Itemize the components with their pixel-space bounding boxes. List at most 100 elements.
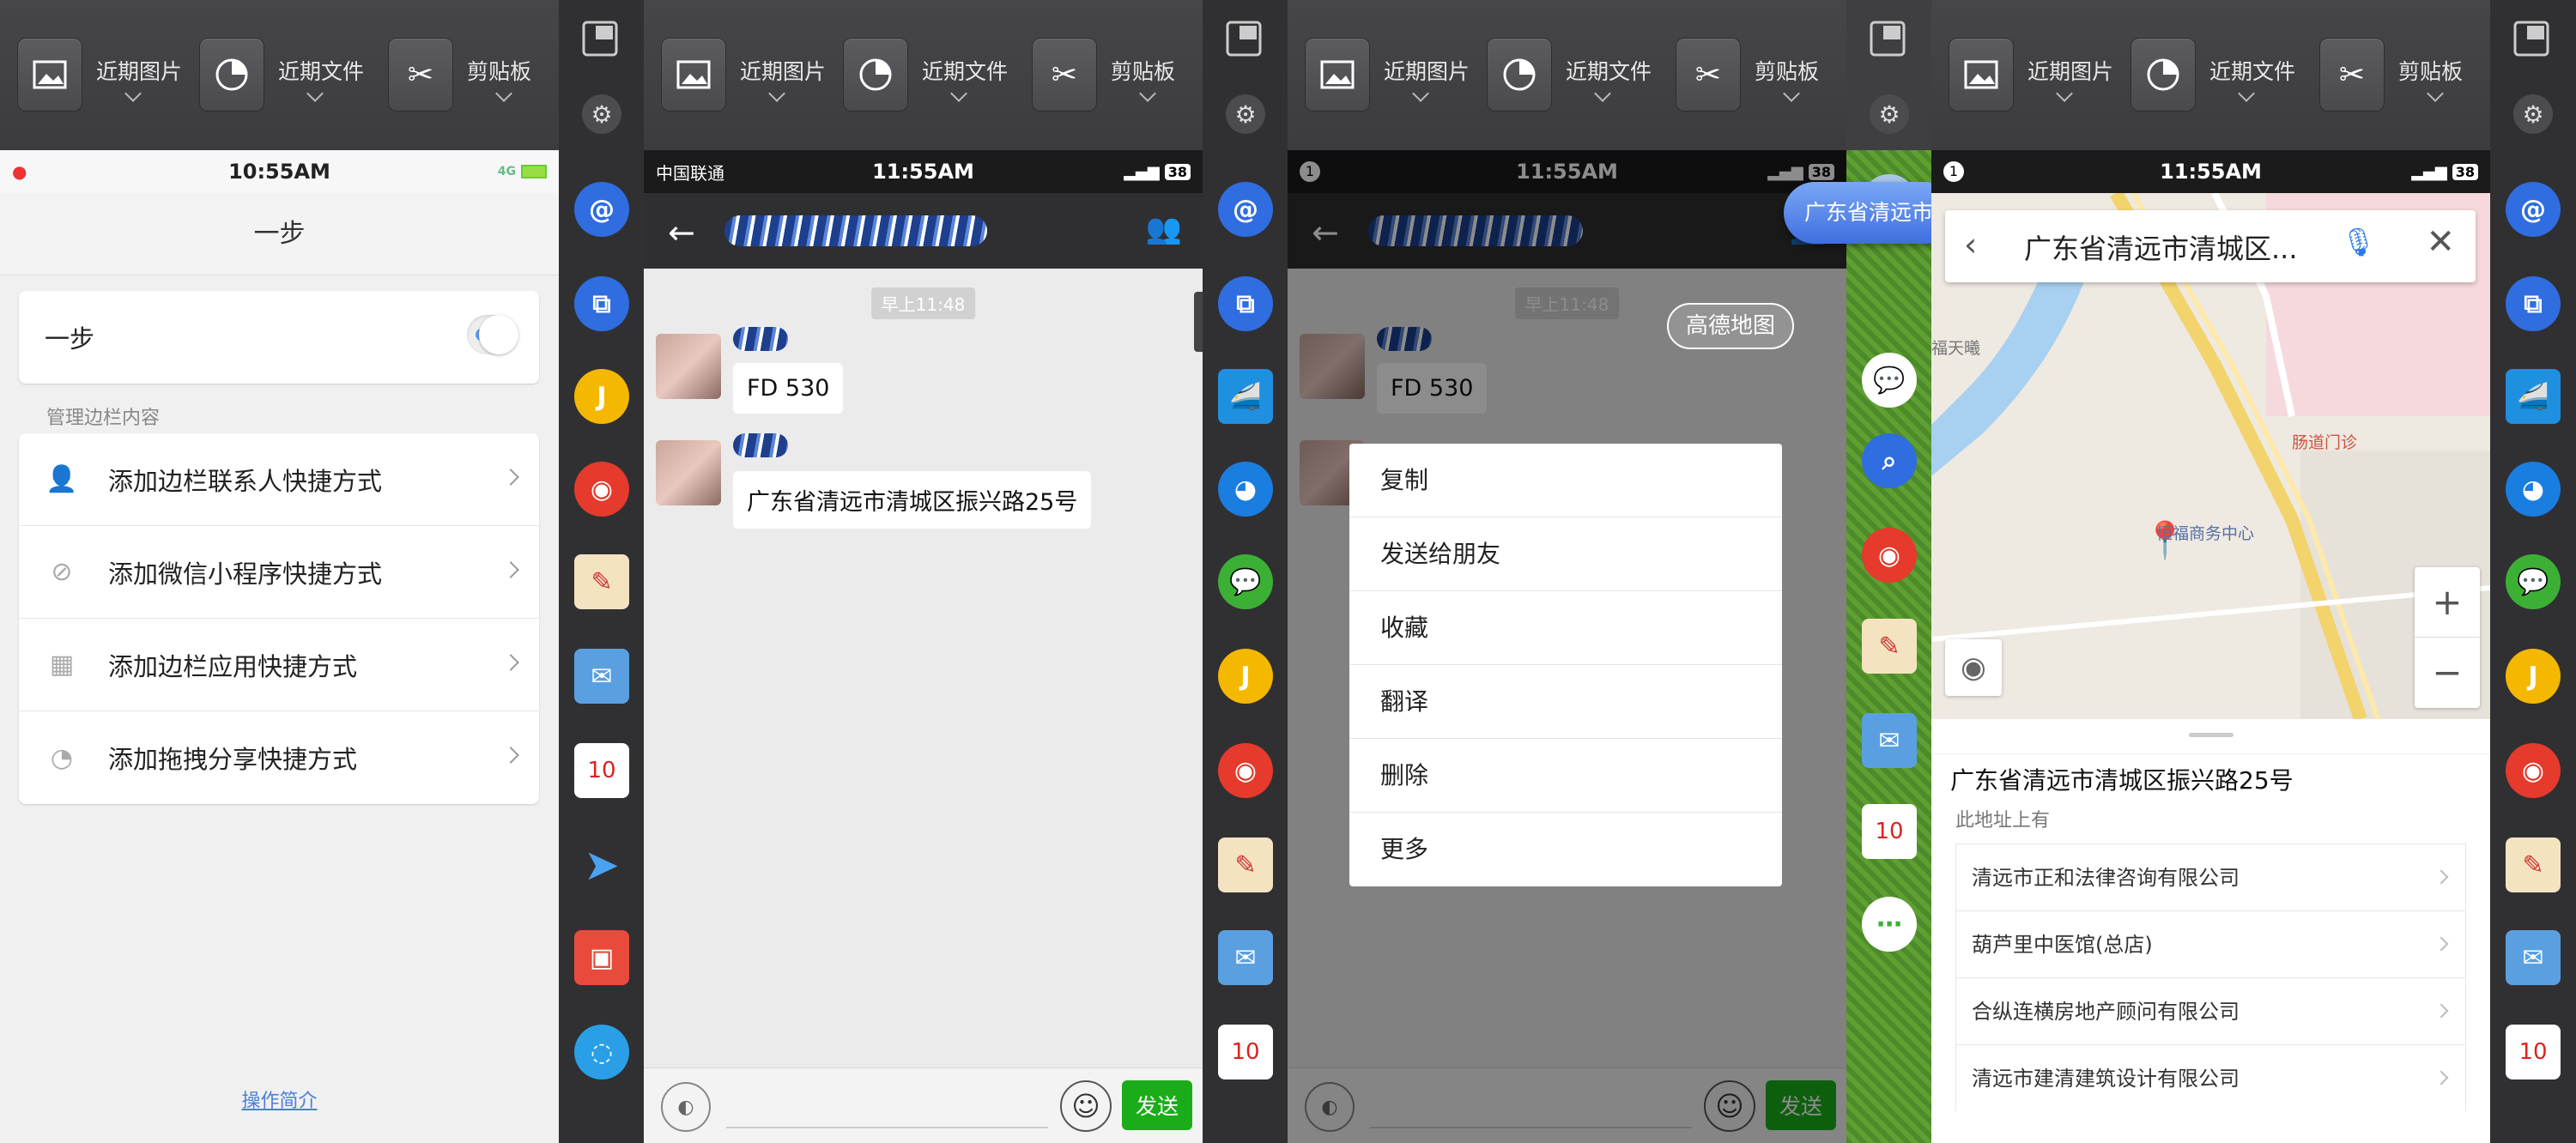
poi-item[interactable]: 合纵连横房地产顾问有限公司 (1955, 977, 2466, 1044)
add-app-shortcut[interactable]: ▦ 添加边栏应用快捷方式 (19, 619, 539, 711)
menu-item-send-to-friend[interactable]: 发送给朋友 (1349, 517, 1782, 591)
amap-drop-target[interactable]: 高德地图 (1667, 303, 1795, 349)
notes-icon[interactable]: ✎ (2506, 838, 2561, 892)
weibo-icon[interactable]: ◉ (1218, 743, 1273, 798)
menu-item-translate[interactable]: 翻译 (1349, 665, 1782, 739)
contacts-icon[interactable]: 👥 (1146, 212, 1182, 246)
wechat-icon[interactable]: 💬 (1862, 353, 1917, 408)
zoom-out-button[interactable]: − (2415, 638, 2480, 708)
poi-item[interactable]: 清远市正和法律咨询有限公司 (1955, 844, 2466, 910)
back-arrow-icon[interactable]: ← (668, 214, 695, 251)
window-icon[interactable] (1224, 19, 1264, 58)
window-icon[interactable] (2512, 19, 2551, 58)
menu-item-delete[interactable]: 删除 (1349, 739, 1782, 813)
emoji-icon[interactable]: ☺ (1060, 1080, 1112, 1132)
calendar-icon[interactable]: 10 (2506, 1025, 2561, 1080)
recent-images-button[interactable]: 近期图片 (1949, 38, 2120, 115)
pie-icon (843, 38, 908, 112)
store-icon[interactable]: ▣ (574, 930, 629, 985)
voice-icon[interactable]: ◐ (661, 1082, 711, 1132)
at-icon[interactable]: @ (1218, 182, 1273, 237)
options-card: 👤 添加边栏联系人快捷方式 ⊘ 添加微信小程序快捷方式 ▦ 添加边栏应用快捷方式 ◔ 添… (19, 433, 539, 804)
clipboard-button[interactable]: ✂ 剪贴板 (1032, 38, 1203, 115)
chat-more-icon[interactable]: ⋯ (1862, 897, 1917, 952)
search-icon[interactable]: ⌕ (1862, 433, 1917, 488)
chevron-right-icon (502, 469, 519, 486)
search-box[interactable]: ‹ 广东省清远市清城区... 🎙 ✕ (1945, 210, 2476, 282)
poi-item[interactable]: 葫芦里中医馆(总店) (1955, 910, 2466, 977)
message-bubble[interactable]: 广东省清远市清城区振兴路25号 (733, 471, 1092, 529)
gear-icon[interactable]: ⚙ (1870, 94, 1909, 134)
weibo-icon[interactable]: ◉ (1862, 528, 1917, 583)
bird-app-icon[interactable]: ◕ (2506, 462, 2561, 517)
top-toolbar: 近期图片 近期文件 ✂ 剪贴板 (1931, 0, 2490, 150)
gear-icon[interactable]: ⚙ (582, 94, 621, 134)
recent-images-button[interactable]: 近期图片 (1305, 38, 1476, 115)
menu-item-favorite[interactable]: 收藏 (1349, 591, 1782, 665)
add-contact-shortcut[interactable]: 👤 添加边栏联系人快捷方式 (19, 433, 539, 526)
bird-app-icon[interactable]: ◕ (1218, 462, 1273, 517)
train-icon[interactable]: 🚄 (2506, 369, 2561, 424)
circle-app-icon[interactable]: ◌ (574, 1025, 629, 1080)
notes-icon[interactable]: ✎ (1218, 838, 1273, 892)
add-drag-share-shortcut[interactable]: ◔ 添加拖拽分享快捷方式 (19, 711, 539, 804)
copy-icon[interactable]: ⧉ (1218, 276, 1273, 331)
paper-plane-icon[interactable]: ➤ (574, 838, 629, 892)
at-icon[interactable]: @ (2506, 182, 2561, 237)
wechat-icon[interactable]: 💬 (2506, 554, 2561, 609)
mail-icon[interactable]: ✉ (1218, 930, 1273, 985)
enable-toggle[interactable] (467, 315, 518, 354)
search-input[interactable]: 广东省清远市清城区... (2024, 227, 2350, 267)
calendar-icon[interactable]: 10 (574, 743, 629, 798)
back-chevron-icon[interactable]: ‹ (1964, 226, 1977, 263)
gear-icon[interactable]: ⚙ (1226, 94, 1265, 134)
gear-icon[interactable]: ⚙ (2513, 94, 2553, 134)
help-link[interactable]: 操作简介 (0, 1086, 559, 1113)
zoom-in-button[interactable]: + (2415, 567, 2480, 638)
mail-icon[interactable]: ✉ (2506, 930, 2561, 985)
notes-icon[interactable]: ✎ (574, 554, 629, 609)
notes-icon[interactable]: ✎ (1862, 619, 1917, 674)
window-icon[interactable] (580, 19, 620, 58)
recent-files-button[interactable]: 近期文件 (843, 38, 1015, 115)
clipboard-button[interactable]: ✂ 剪贴板 (388, 38, 560, 115)
send-button[interactable]: 发送 (1122, 1080, 1192, 1130)
mic-icon[interactable]: 🎙 (2341, 226, 2376, 258)
train-icon[interactable]: 🚄 (1218, 369, 1273, 424)
copy-icon[interactable]: ⧉ (574, 276, 629, 331)
mail-icon[interactable]: ✉ (574, 649, 629, 704)
menu-item-more[interactable]: 更多 (1349, 813, 1782, 886)
recent-images-button[interactable]: 近期图片 (661, 38, 833, 115)
calendar-icon[interactable]: 10 (1862, 804, 1917, 859)
recent-images-button[interactable]: 近期图片 (17, 38, 189, 115)
clipboard-button[interactable]: ✂ 剪贴板 (2319, 38, 2491, 115)
close-icon[interactable]: ✕ (2426, 222, 2455, 262)
edge-handle[interactable] (1194, 292, 1203, 352)
clipboard-button[interactable]: ✂ 剪贴板 (1676, 38, 1847, 115)
dragged-text[interactable]: 广东省清远市 (1784, 182, 1932, 244)
weibo-icon[interactable]: ◉ (574, 462, 629, 517)
j-app-icon[interactable]: J (574, 369, 629, 424)
poi-item[interactable]: 清远市建清建筑设计有限公司 (1955, 1044, 2466, 1111)
copy-icon[interactable]: ⧉ (2506, 276, 2561, 331)
sheet-handle[interactable] (2189, 733, 2234, 737)
recent-files-button[interactable]: 近期文件 (2131, 38, 2302, 115)
calendar-icon[interactable]: 10 (1218, 1025, 1273, 1080)
add-miniprogram-shortcut[interactable]: ⊘ 添加微信小程序快捷方式 (19, 526, 539, 619)
mail-icon[interactable]: ✉ (1862, 713, 1917, 768)
menu-item-copy[interactable]: 复制 (1349, 444, 1782, 517)
map-view[interactable]: 📍 恒福商务中心 肠道门诊 福天曦 ‹ 广东省清远市清城区... 🎙 ✕ ◉ +… (1931, 193, 2490, 719)
section-label: 管理边栏内容 (46, 408, 161, 429)
weibo-icon[interactable]: ◉ (2506, 743, 2561, 798)
recent-files-button[interactable]: 近期文件 (1487, 38, 1658, 115)
message-input[interactable] (726, 1127, 1048, 1128)
message-bubble[interactable]: FD 530 (733, 363, 844, 414)
chevron-down-icon (1783, 85, 1800, 102)
window-icon[interactable] (1868, 19, 1907, 58)
at-icon[interactable]: @ (574, 182, 629, 237)
j-app-icon[interactable]: J (2506, 649, 2561, 704)
wechat-icon[interactable]: 💬 (1218, 554, 1273, 609)
j-app-icon[interactable]: J (1218, 649, 1273, 704)
locate-icon[interactable]: ◉ (1945, 639, 2002, 696)
recent-files-button[interactable]: 近期文件 (199, 38, 371, 115)
